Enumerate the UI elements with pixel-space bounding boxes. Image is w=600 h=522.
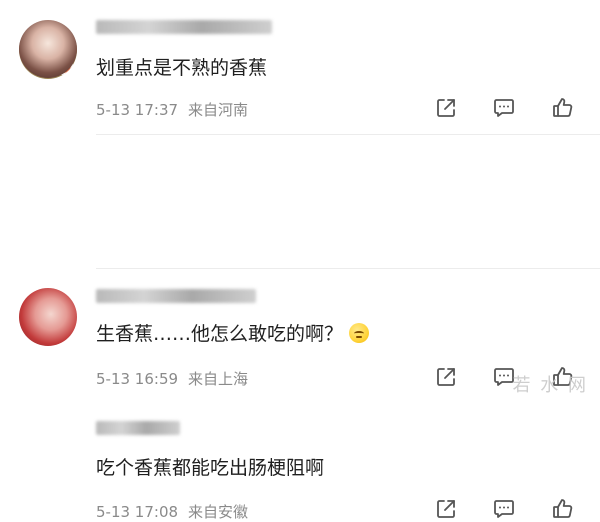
comment-icon[interactable] bbox=[491, 496, 517, 522]
divider bbox=[96, 134, 600, 135]
comment-text: 吃个香蕉都能吃出肠梗阻啊 bbox=[96, 457, 325, 479]
comment-meta: 5-13 17:08 来自安徽 bbox=[96, 501, 248, 522]
comment-location: 来自安徽 bbox=[188, 503, 249, 521]
avatar[interactable] bbox=[19, 288, 77, 346]
share-icon[interactable] bbox=[433, 496, 459, 522]
comment-text: 生香蕉……他怎么敢吃的啊？ bbox=[96, 323, 370, 345]
username-blurred[interactable] bbox=[96, 289, 256, 303]
like-icon[interactable] bbox=[550, 496, 576, 522]
comment-item: 生香蕉……他怎么敢吃的啊？ 5-13 16:59 来自上海 bbox=[0, 0, 600, 388]
watermark: 若 水 网 bbox=[512, 375, 588, 396]
comment-text-content: 生香蕉……他怎么敢吃的啊？ bbox=[96, 323, 344, 345]
divider bbox=[96, 268, 600, 269]
sweat-smile-emoji-icon bbox=[349, 323, 370, 343]
username-blurred[interactable] bbox=[96, 421, 180, 435]
avatar[interactable] bbox=[19, 20, 77, 78]
comment-time: 5-13 17:08 bbox=[96, 503, 179, 521]
comment-meta: 5-13 16:59 来自上海 bbox=[96, 368, 248, 389]
comment-location: 来自上海 bbox=[188, 370, 249, 388]
share-icon[interactable] bbox=[433, 364, 459, 390]
comment-time: 5-13 16:59 bbox=[96, 370, 179, 388]
